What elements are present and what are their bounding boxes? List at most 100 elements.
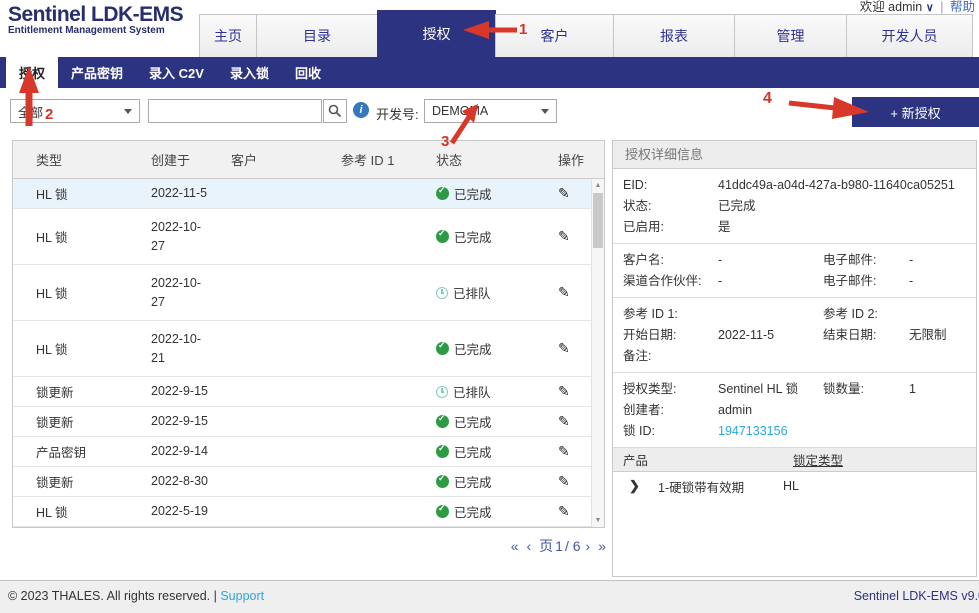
- table-scrollbar[interactable]: ▲ ▼: [591, 179, 604, 527]
- col-status[interactable]: 状态: [426, 150, 546, 169]
- edit-icon[interactable]: [558, 185, 570, 202]
- tab-reports[interactable]: 报表: [613, 14, 735, 57]
- edit-icon[interactable]: [558, 383, 570, 400]
- col-type[interactable]: 类型: [13, 150, 151, 169]
- tab-catalog[interactable]: 目录: [256, 14, 378, 57]
- table-header: 类型 创建于 客户 参考 ID 1 状态 操作: [13, 141, 604, 179]
- tab-entitlements[interactable]: 授权: [377, 10, 496, 57]
- edit-icon[interactable]: [558, 284, 570, 301]
- last-page-button[interactable]: »: [598, 538, 606, 554]
- table-row[interactable]: HL 锁 2022-5-19 已完成: [13, 497, 604, 527]
- start-date-value: 2022-11-5: [718, 326, 823, 344]
- vendor-label: 开发号:: [376, 104, 419, 123]
- table-row[interactable]: 锁更新 2022-8-30 已完成: [13, 467, 604, 497]
- edit-icon[interactable]: [558, 443, 570, 460]
- col-ref-id[interactable]: 参考 ID 1: [341, 150, 426, 169]
- tab-home[interactable]: 主页: [199, 14, 257, 57]
- details-section-type: 授权类型:Sentinel HL 锁 锁数量:1 创建者:admin 锁 ID:…: [613, 373, 976, 448]
- table-row[interactable]: HL 锁 2022-10-21 已完成: [13, 321, 604, 377]
- status-text: 已完成: [454, 442, 492, 461]
- table-body: HL 锁 2022-11-5 已完成 HL 锁 2022-10-27 已完成 H…: [13, 179, 604, 527]
- col-customer[interactable]: 客户: [231, 150, 341, 169]
- details-section-dates: 参考 ID 1: 参考 ID 2: 开始日期:2022-11-5 结束日期:无限…: [613, 298, 976, 373]
- table-row[interactable]: 锁更新 2022-9-15 已完成: [13, 407, 604, 437]
- first-page-button[interactable]: «: [511, 538, 519, 554]
- channel-partner-value: -: [718, 272, 823, 290]
- created-cell: 2022-11-5: [151, 184, 231, 203]
- scrollbar-thumb[interactable]: [593, 193, 603, 248]
- chevron-down-icon[interactable]: ∨: [926, 2, 934, 14]
- status-cell: 已完成: [426, 184, 546, 203]
- lock-id-label: 锁 ID:: [623, 422, 718, 440]
- new-entitlement-button[interactable]: + 新授权: [852, 97, 979, 127]
- subtab-checkin-c2v[interactable]: 录入 C2V: [136, 57, 217, 88]
- edit-icon[interactable]: [558, 340, 570, 357]
- created-cell: 2022-8-30: [151, 472, 231, 491]
- table-row[interactable]: HL 锁 2022-10-27 已完成: [13, 209, 604, 265]
- col-lock-type[interactable]: 锁定类型: [793, 450, 976, 469]
- footer: © 2023 THALES. All rights reserved. | Su…: [0, 580, 979, 613]
- table-row[interactable]: 锁更新 2022-9-15 已排队: [13, 377, 604, 407]
- expand-chevron-icon[interactable]: [613, 478, 658, 494]
- edit-icon[interactable]: [558, 503, 570, 520]
- search-input[interactable]: [148, 99, 322, 123]
- user-menu: 欢迎 admin ∨ | 帮助: [860, 0, 975, 15]
- status-cell: 已排队: [426, 283, 546, 302]
- caret-down-icon: [124, 109, 132, 114]
- email-label: 电子邮件:: [823, 251, 909, 269]
- status-text: 已完成: [454, 184, 492, 203]
- edit-icon[interactable]: [558, 413, 570, 430]
- support-link[interactable]: Support: [220, 589, 264, 603]
- welcome-text[interactable]: 欢迎 admin: [860, 0, 923, 14]
- product-row[interactable]: 1-硬锁带有效期 HL: [613, 472, 976, 500]
- subtab-entitlements[interactable]: 授权: [6, 57, 58, 88]
- scroll-down-icon[interactable]: ▼: [592, 514, 604, 527]
- status-cell: 已排队: [426, 382, 546, 401]
- subtab-product-keys[interactable]: 产品密钥: [58, 57, 136, 88]
- tab-administration[interactable]: 管理: [734, 14, 847, 57]
- help-link[interactable]: 帮助: [950, 0, 975, 14]
- edit-icon[interactable]: [558, 473, 570, 490]
- status-cell: 已完成: [426, 227, 546, 246]
- type-filter-select[interactable]: 全部: [10, 99, 140, 123]
- email-value: -: [909, 251, 976, 269]
- channel-partner-label: 渠道合作伙伴:: [623, 272, 718, 290]
- next-page-button[interactable]: ›: [586, 538, 591, 554]
- status-icon: [436, 230, 449, 243]
- details-title: 授权详细信息: [613, 141, 976, 169]
- product-lock-type: HL: [783, 479, 976, 493]
- ref2-value: [909, 305, 976, 323]
- subtab-checkin-key[interactable]: 录入锁: [217, 57, 282, 88]
- filter-toolbar: 全部 i 开发号: DEMOMA + 新授权: [0, 88, 979, 140]
- vendor-select[interactable]: DEMOMA: [424, 99, 557, 123]
- entitlement-type-label: 授权类型:: [623, 380, 718, 398]
- vendor-value: DEMOMA: [432, 104, 488, 118]
- edit-icon[interactable]: [558, 228, 570, 245]
- search-button[interactable]: [323, 99, 347, 123]
- status-icon: [436, 386, 448, 398]
- subtab-recycle[interactable]: 回收: [282, 57, 334, 88]
- tab-customers[interactable]: 客户: [495, 14, 614, 57]
- info-icon[interactable]: i: [353, 102, 369, 118]
- details-section-customer: 客户名:- 电子邮件:- 渠道合作伙伴:- 电子邮件:-: [613, 244, 976, 298]
- lock-id-link[interactable]: 1947133156: [718, 422, 976, 440]
- prev-page-button[interactable]: ‹: [526, 538, 531, 554]
- eid-value: 41ddc49a-a04d-427a-b980-11640ca05251: [718, 176, 976, 194]
- start-date-label: 开始日期:: [623, 326, 718, 344]
- type-cell: HL 锁: [13, 502, 151, 521]
- total-pages: / 6: [565, 538, 581, 554]
- table-row[interactable]: HL 锁 2022-11-5 已完成: [13, 179, 604, 209]
- table-row[interactable]: 产品密钥 2022-9-14 已完成: [13, 437, 604, 467]
- status-cell: 已完成: [426, 442, 546, 461]
- creator-label: 创建者:: [623, 401, 718, 419]
- customer-label: 客户名:: [623, 251, 718, 269]
- scroll-up-icon[interactable]: ▲: [592, 179, 604, 192]
- table-row[interactable]: HL 锁 2022-10-27 已排队: [13, 265, 604, 321]
- status-text: 已完成: [454, 412, 492, 431]
- status-text: 已完成: [454, 472, 492, 491]
- tab-developers[interactable]: 开发人员: [846, 14, 973, 57]
- current-page[interactable]: 1: [555, 538, 563, 554]
- col-created[interactable]: 创建于: [151, 150, 231, 169]
- customer-value: -: [718, 251, 823, 269]
- entitlement-type-value: Sentinel HL 锁: [718, 380, 823, 398]
